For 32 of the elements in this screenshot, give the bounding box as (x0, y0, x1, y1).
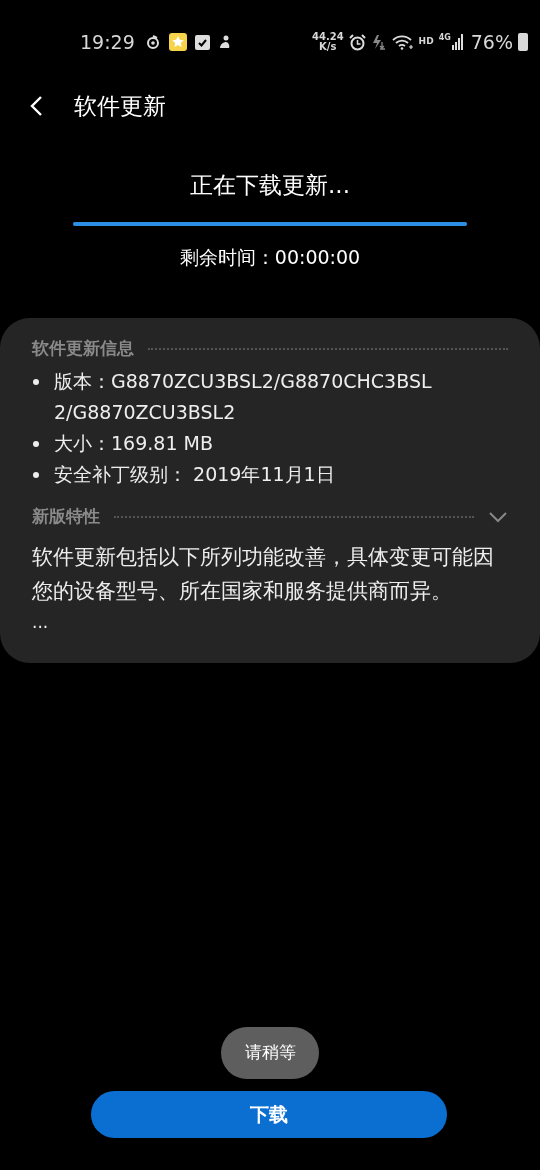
battery-icon (518, 33, 528, 51)
features-description: 软件更新包括以下所列功能改善，具体变更可能因您的设备型号、所在国家和服务提供商而异。 (32, 544, 495, 605)
flash-icon (370, 34, 387, 50)
back-icon (29, 95, 43, 117)
more-text: ... (32, 611, 50, 634)
bullet-icon (32, 377, 40, 386)
section-heading: 新版特性 (32, 505, 100, 529)
info-item: 版本：G8870ZCU3BSL2/G8870CHC3BSL2/G8870ZCU3BSL2 (54, 369, 433, 425)
remaining-time: 剩余时间：00:00:00 (178, 245, 362, 270)
info-item: 大小：169.81 MB (54, 431, 214, 456)
download-button[interactable]: 下载 (91, 1091, 447, 1138)
net-unit: K/s (319, 42, 337, 52)
checkbox-icon (194, 34, 210, 50)
swirl-icon (144, 34, 161, 50)
info-item: 安全补丁级别： 2019年11月1日 (54, 462, 336, 487)
bullet-icon (32, 439, 40, 448)
section-heading: 软件更新信息 (32, 337, 134, 361)
net-speed: 44.24 (311, 32, 344, 42)
toast-message: 请稍等 (221, 1027, 319, 1079)
hd-label: HD (418, 35, 434, 49)
expand-icon[interactable] (488, 511, 508, 523)
figure-icon (217, 34, 232, 50)
status-time: 19:29 (80, 29, 135, 55)
battery-percent: 76% (470, 29, 513, 55)
download-status: 正在下载更新... (189, 171, 351, 200)
network-label: 4G (438, 34, 451, 42)
alarm-icon (348, 33, 366, 51)
wifi-icon (391, 34, 414, 50)
star-app-icon (168, 33, 187, 51)
bullet-icon (32, 470, 40, 479)
signal-icon (451, 34, 464, 50)
page-title: 软件更新 (74, 91, 166, 121)
